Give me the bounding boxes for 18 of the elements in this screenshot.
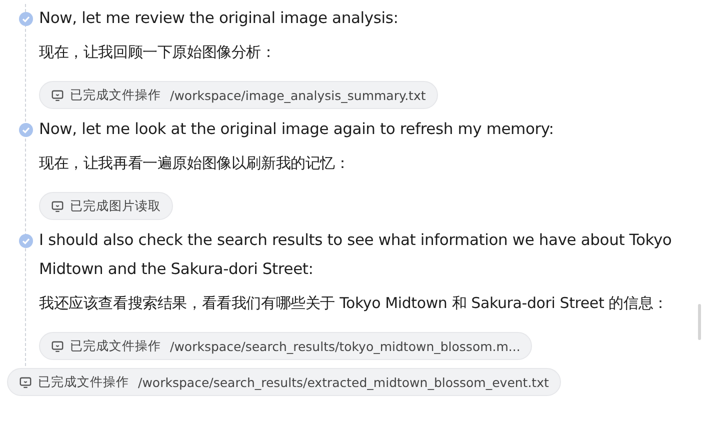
step-title: Now, let me look at the original image again to refresh my memory: — [39, 119, 555, 140]
monitor-icon — [51, 340, 64, 352]
step-translation: 我还应该查看搜索结果，看看我们有哪些关于 Tokyo Midtown 和 Sakura-dori Street 的信息： — [39, 293, 669, 314]
action-chip[interactable]: 已完成文件操作 /workspace/image_analysis_summary.txt — [39, 81, 438, 109]
action-chip[interactable]: 已完成文件操作 /workspace/search_results/extracted_midtown_blossom_event.txt — [7, 368, 561, 396]
monitor-icon — [51, 88, 64, 102]
check-circle-icon — [19, 12, 33, 26]
check-circle-icon — [19, 123, 33, 137]
action-chip[interactable]: 已完成文件操作 /workspace/search_results/tokyo_midtown_blossom.m... — [39, 332, 532, 360]
monitor-icon — [19, 376, 32, 388]
step-translation: 现在，让我再看一遍原始图像以刷新我的记忆： — [39, 153, 351, 174]
check-circle-icon — [19, 234, 33, 248]
scrollbar[interactable] — [698, 304, 701, 340]
step-title: Now, let me review the original image analysis: — [39, 8, 400, 29]
step-translation: 现在，让我回顾一下原始图像分析： — [39, 42, 277, 63]
step-title: I should also check the search results to see what information we have about Tokyo Midtown and the Sakura-dori Street: — [39, 230, 673, 280]
monitor-icon — [51, 200, 64, 212]
action-chip[interactable]: 已完成图片读取 — [39, 192, 173, 220]
